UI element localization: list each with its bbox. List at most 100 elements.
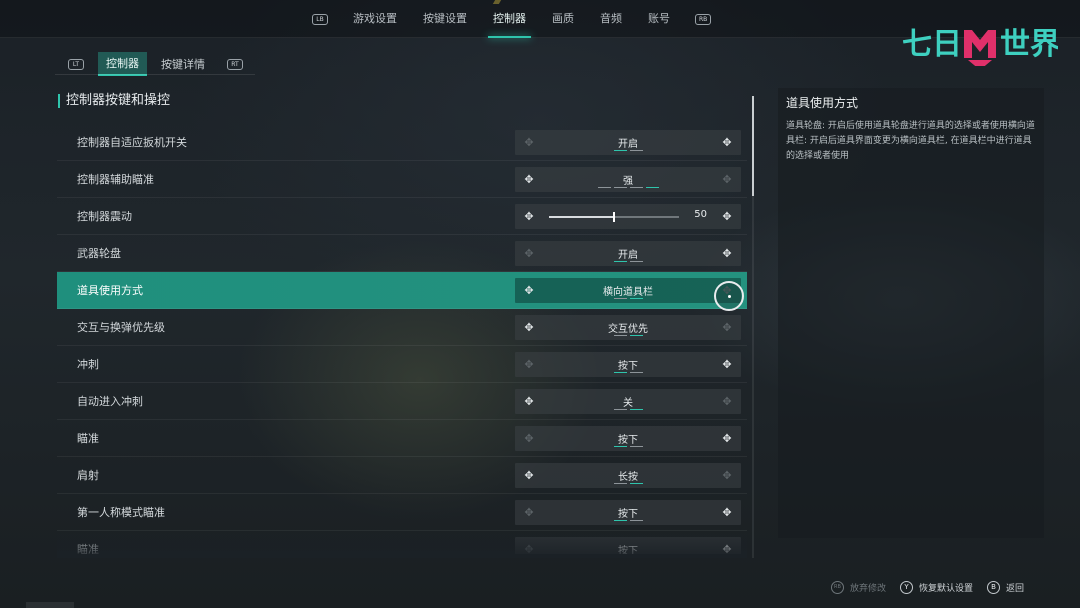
setting-row[interactable]: 控制器震动 ✥ 50 ✥ <box>57 198 747 235</box>
option-value: 强 <box>623 176 633 187</box>
lt-button-icon[interactable]: LT <box>68 58 84 70</box>
option-indicator-dot <box>629 150 643 151</box>
setting-option-selector[interactable]: ✥ 长按 ✥ <box>515 463 741 488</box>
setting-option-selector[interactable]: ✥ 强 ✥ <box>515 167 741 192</box>
slider-fill <box>549 216 614 218</box>
lb-button-icon[interactable]: LB <box>312 13 328 25</box>
option-value: 横向道具栏 <box>603 287 653 298</box>
setting-option-selector[interactable]: ✥ 按下 ✥ <box>515 426 741 451</box>
restore-defaults-button[interactable]: Y 恢复默认设置 <box>899 581 973 594</box>
dpad-right-icon[interactable]: ✥ <box>720 469 734 482</box>
setting-row[interactable]: 道具使用方式 ✥ 横向道具栏 ✥ <box>57 272 747 309</box>
rt-button-icon[interactable]: RT <box>227 58 243 70</box>
setting-option-selector[interactable]: ✥ 横向道具栏 ✥ <box>515 278 741 303</box>
option-indicator-dot <box>613 150 627 151</box>
rb-button-icon[interactable]: RB <box>695 13 712 25</box>
option-indicator <box>515 446 741 447</box>
slider-value: 50 <box>694 209 707 220</box>
controller-cursor <box>714 281 744 311</box>
setting-option-selector[interactable]: ✥ 按下 ✥ <box>515 352 741 377</box>
dpad-right-icon[interactable]: ✥ <box>720 210 734 223</box>
option-indicator-dot <box>613 409 627 410</box>
subtab-key-details[interactable]: 按键详情 <box>153 53 213 75</box>
option-value: 交互优先 <box>608 324 648 335</box>
option-indicator-dot <box>613 372 627 373</box>
back-button[interactable]: B 返回 <box>986 581 1024 594</box>
subtab-controller[interactable]: 控制器 <box>98 52 147 76</box>
setting-row[interactable]: 交互与换弹优先级 ✥ 交互优先 ✥ <box>57 309 747 346</box>
dpad-right-icon[interactable]: ✥ <box>720 136 734 149</box>
option-indicator <box>515 150 741 151</box>
scrollbar[interactable] <box>752 96 754 558</box>
description-body: 道具轮盘: 开启后使用道具轮盘进行道具的选择或者使用横向道具栏: 开启后道具界面… <box>786 121 1035 161</box>
option-indicator-dot <box>629 298 643 299</box>
dpad-right-icon[interactable]: ✥ <box>720 173 734 186</box>
dpad-right-icon[interactable]: ✥ <box>720 432 734 445</box>
tab-controller[interactable]: 控制器 <box>480 0 539 38</box>
dpad-right-icon[interactable]: ✥ <box>720 247 734 260</box>
setting-slider[interactable]: ✥ 50 ✥ <box>515 204 741 229</box>
dpad-right-icon[interactable]: ✥ <box>720 543 734 554</box>
setting-option-selector[interactable]: ✥ 按下 ✥ <box>515 500 741 525</box>
b-button-icon: B <box>986 581 1000 594</box>
description-title: 道具使用方式 <box>786 96 859 110</box>
y-button-icon: Y <box>899 581 913 594</box>
option-value: 关 <box>623 398 633 409</box>
slider-handle[interactable] <box>613 212 615 222</box>
setting-label: 瞄准 <box>77 432 99 445</box>
setting-option-selector[interactable]: ✥ 按下 ✥ <box>515 537 741 554</box>
option-value: 按下 <box>618 435 638 446</box>
setting-row[interactable]: 肩射 ✥ 长按 ✥ <box>57 457 747 494</box>
tab-graphics[interactable]: 画质 <box>539 0 587 38</box>
setting-row[interactable]: 瞄准 ✥ 按下 ✥ <box>57 531 747 554</box>
dpad-right-icon[interactable]: ✥ <box>720 506 734 519</box>
option-value: 长按 <box>618 472 638 483</box>
dpad-right-icon[interactable]: ✥ <box>720 358 734 371</box>
back-label: 返回 <box>1005 584 1024 594</box>
setting-row[interactable]: 瞄准 ✥ 按下 ✥ <box>57 420 747 457</box>
setting-row[interactable]: 第一人称模式瞄准 ✥ 按下 ✥ <box>57 494 747 531</box>
description-panel: 道具使用方式 道具轮盘: 开启后使用道具轮盘进行道具的选择或者使用横向道具栏: … <box>778 88 1044 538</box>
footer-actions: RB 放弃修改 Y 恢复默认设置 B 返回 <box>830 581 1024 594</box>
tab-account[interactable]: 账号 <box>635 0 683 38</box>
slider-track[interactable] <box>549 212 679 222</box>
setting-option-selector[interactable]: ✥ 开启 ✥ <box>515 241 741 266</box>
option-indicator-dot <box>613 298 627 299</box>
rb-button-icon: RB <box>830 581 844 594</box>
setting-option-selector[interactable]: ✥ 关 ✥ <box>515 389 741 414</box>
option-indicator <box>515 483 741 484</box>
dpad-right-icon[interactable]: ✥ <box>720 395 734 408</box>
setting-row[interactable]: 自动进入冲刺 ✥ 关 ✥ <box>57 383 747 420</box>
tab-audio[interactable]: 音频 <box>587 0 635 38</box>
subnav-divider <box>55 74 255 75</box>
setting-option-selector[interactable]: ✥ 交互优先 ✥ <box>515 315 741 340</box>
option-value: 按下 <box>618 361 638 372</box>
discard-changes-button[interactable]: RB 放弃修改 <box>830 581 886 594</box>
option-indicator-dot <box>629 446 643 447</box>
dpad-left-icon[interactable]: ✥ <box>522 210 536 223</box>
once-human-logo-icon: 七日 世界 <box>902 27 1060 70</box>
scrollbar-thumb[interactable] <box>752 96 754 196</box>
option-indicator-dot <box>613 261 627 262</box>
option-indicator-dot <box>645 187 659 188</box>
section-title: 控制器按键和操控 <box>58 94 170 108</box>
discard-changes-label: 放弃修改 <box>849 584 886 594</box>
setting-label: 控制器辅助瞄准 <box>77 173 154 186</box>
setting-option-selector[interactable]: ✥ 开启 ✥ <box>515 130 741 155</box>
setting-row[interactable]: 冲刺 ✥ 按下 ✥ <box>57 346 747 383</box>
main-tabs: LB 游戏设置 按键设置 控制器 画质 音频 账号 RB <box>300 0 723 38</box>
svg-text:七日: 七日 <box>902 27 962 62</box>
option-indicator <box>515 261 741 262</box>
tab-game-settings[interactable]: 游戏设置 <box>340 0 410 38</box>
setting-row[interactable]: 武器轮盘 ✥ 开启 ✥ <box>57 235 747 272</box>
setting-row[interactable]: 控制器自适应扳机开关 ✥ 开启 ✥ <box>57 124 747 161</box>
option-indicator <box>515 335 741 336</box>
option-value: 开启 <box>618 139 638 150</box>
dpad-right-icon[interactable]: ✥ <box>720 321 734 334</box>
option-indicator-dot <box>629 187 643 188</box>
option-indicator-dot <box>629 483 643 484</box>
tab-key-settings[interactable]: 按键设置 <box>410 0 480 38</box>
setting-label: 交互与换弹优先级 <box>77 321 165 334</box>
option-value: 开启 <box>618 250 638 261</box>
setting-row[interactable]: 控制器辅助瞄准 ✥ 强 ✥ <box>57 161 747 198</box>
